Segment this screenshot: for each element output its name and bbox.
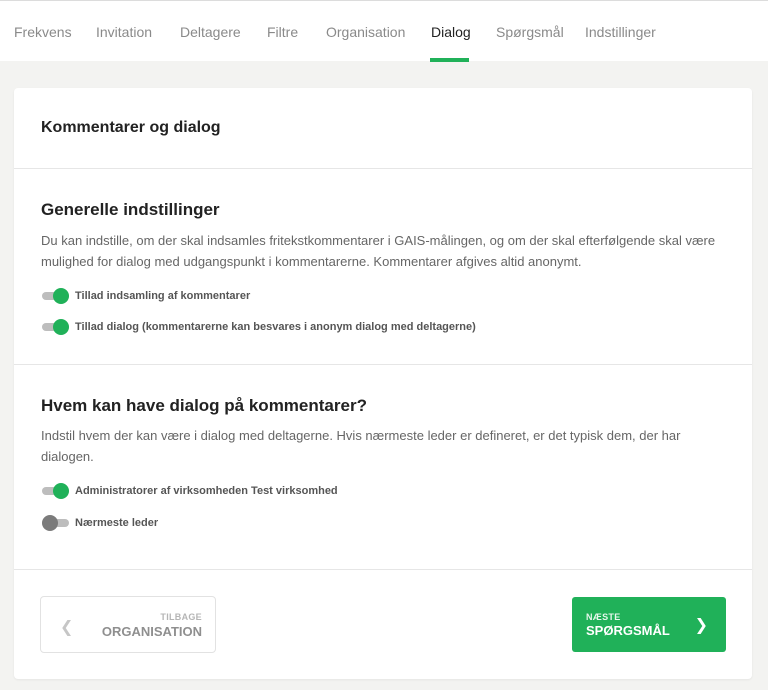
chevron-left-icon: ❮ [60, 619, 74, 636]
toggle-nearest-manager[interactable]: Nærmeste leder [42, 515, 158, 531]
toggle-switch[interactable] [42, 483, 69, 499]
toggle-label: Administratorer af virksomheden Test vir… [75, 485, 338, 497]
toggle-administrators[interactable]: Administratorer af virksomheden Test vir… [42, 483, 338, 499]
toggle-switch[interactable] [42, 515, 69, 531]
divider [14, 364, 752, 365]
tab-filtre[interactable]: Filtre [267, 24, 298, 40]
back-button[interactable]: ❮ TILBAGE ORGANISATION [40, 596, 216, 653]
back-button-caption: TILBAGE [160, 612, 202, 622]
general-settings-description: Du kan indstille, om der skal indsamles … [41, 233, 716, 269]
back-button-label: ORGANISATION [101, 624, 202, 639]
tab-deltagere[interactable]: Deltagere [180, 24, 241, 40]
next-button[interactable]: NÆSTE SPØRGSMÅL ❯ [572, 597, 726, 652]
toggle-allow-dialog[interactable]: Tillad dialog (kommentarerne kan besvare… [42, 319, 476, 335]
toggle-allow-comments[interactable]: Tillad indsamling af kommentarer [42, 288, 250, 304]
divider [14, 168, 752, 169]
toggle-switch[interactable] [42, 288, 69, 304]
next-button-label: SPØRGSMÅL [586, 623, 670, 638]
card-title: Kommentarer og dialog [41, 119, 221, 136]
toggle-label: Tillad indsamling af kommentarer [75, 290, 251, 302]
tab-dialog[interactable]: Dialog [431, 24, 471, 40]
divider [14, 569, 752, 570]
next-button-caption: NÆSTE [586, 612, 621, 622]
chevron-right-icon: ❯ [694, 617, 708, 634]
dialog-who-title: Hvem kan have dialog på kommentarer? [41, 396, 367, 415]
tab-indstillinger[interactable]: Indstillinger [585, 24, 656, 40]
toggle-label: Nærmeste leder [75, 517, 159, 529]
dialog-settings-card: Kommentarer og dialog Generelle indstill… [14, 88, 752, 679]
toggle-label: Tillad dialog (kommentarerne kan besvare… [75, 321, 476, 333]
tab-organisation[interactable]: Organisation [326, 24, 405, 40]
top-navigation: Frekvens Invitation Deltagere Filtre Org… [0, 0, 768, 62]
tab-spoergsmaal[interactable]: Spørgsmål [496, 24, 564, 40]
tab-invitation[interactable]: Invitation [96, 24, 152, 40]
tab-frekvens[interactable]: Frekvens [14, 24, 72, 40]
toggle-switch[interactable] [42, 319, 69, 335]
active-tab-indicator [430, 58, 469, 62]
dialog-who-description: Indstil hvem der kan være i dialog med d… [41, 428, 681, 464]
general-settings-title: Generelle indstillinger [41, 200, 220, 219]
